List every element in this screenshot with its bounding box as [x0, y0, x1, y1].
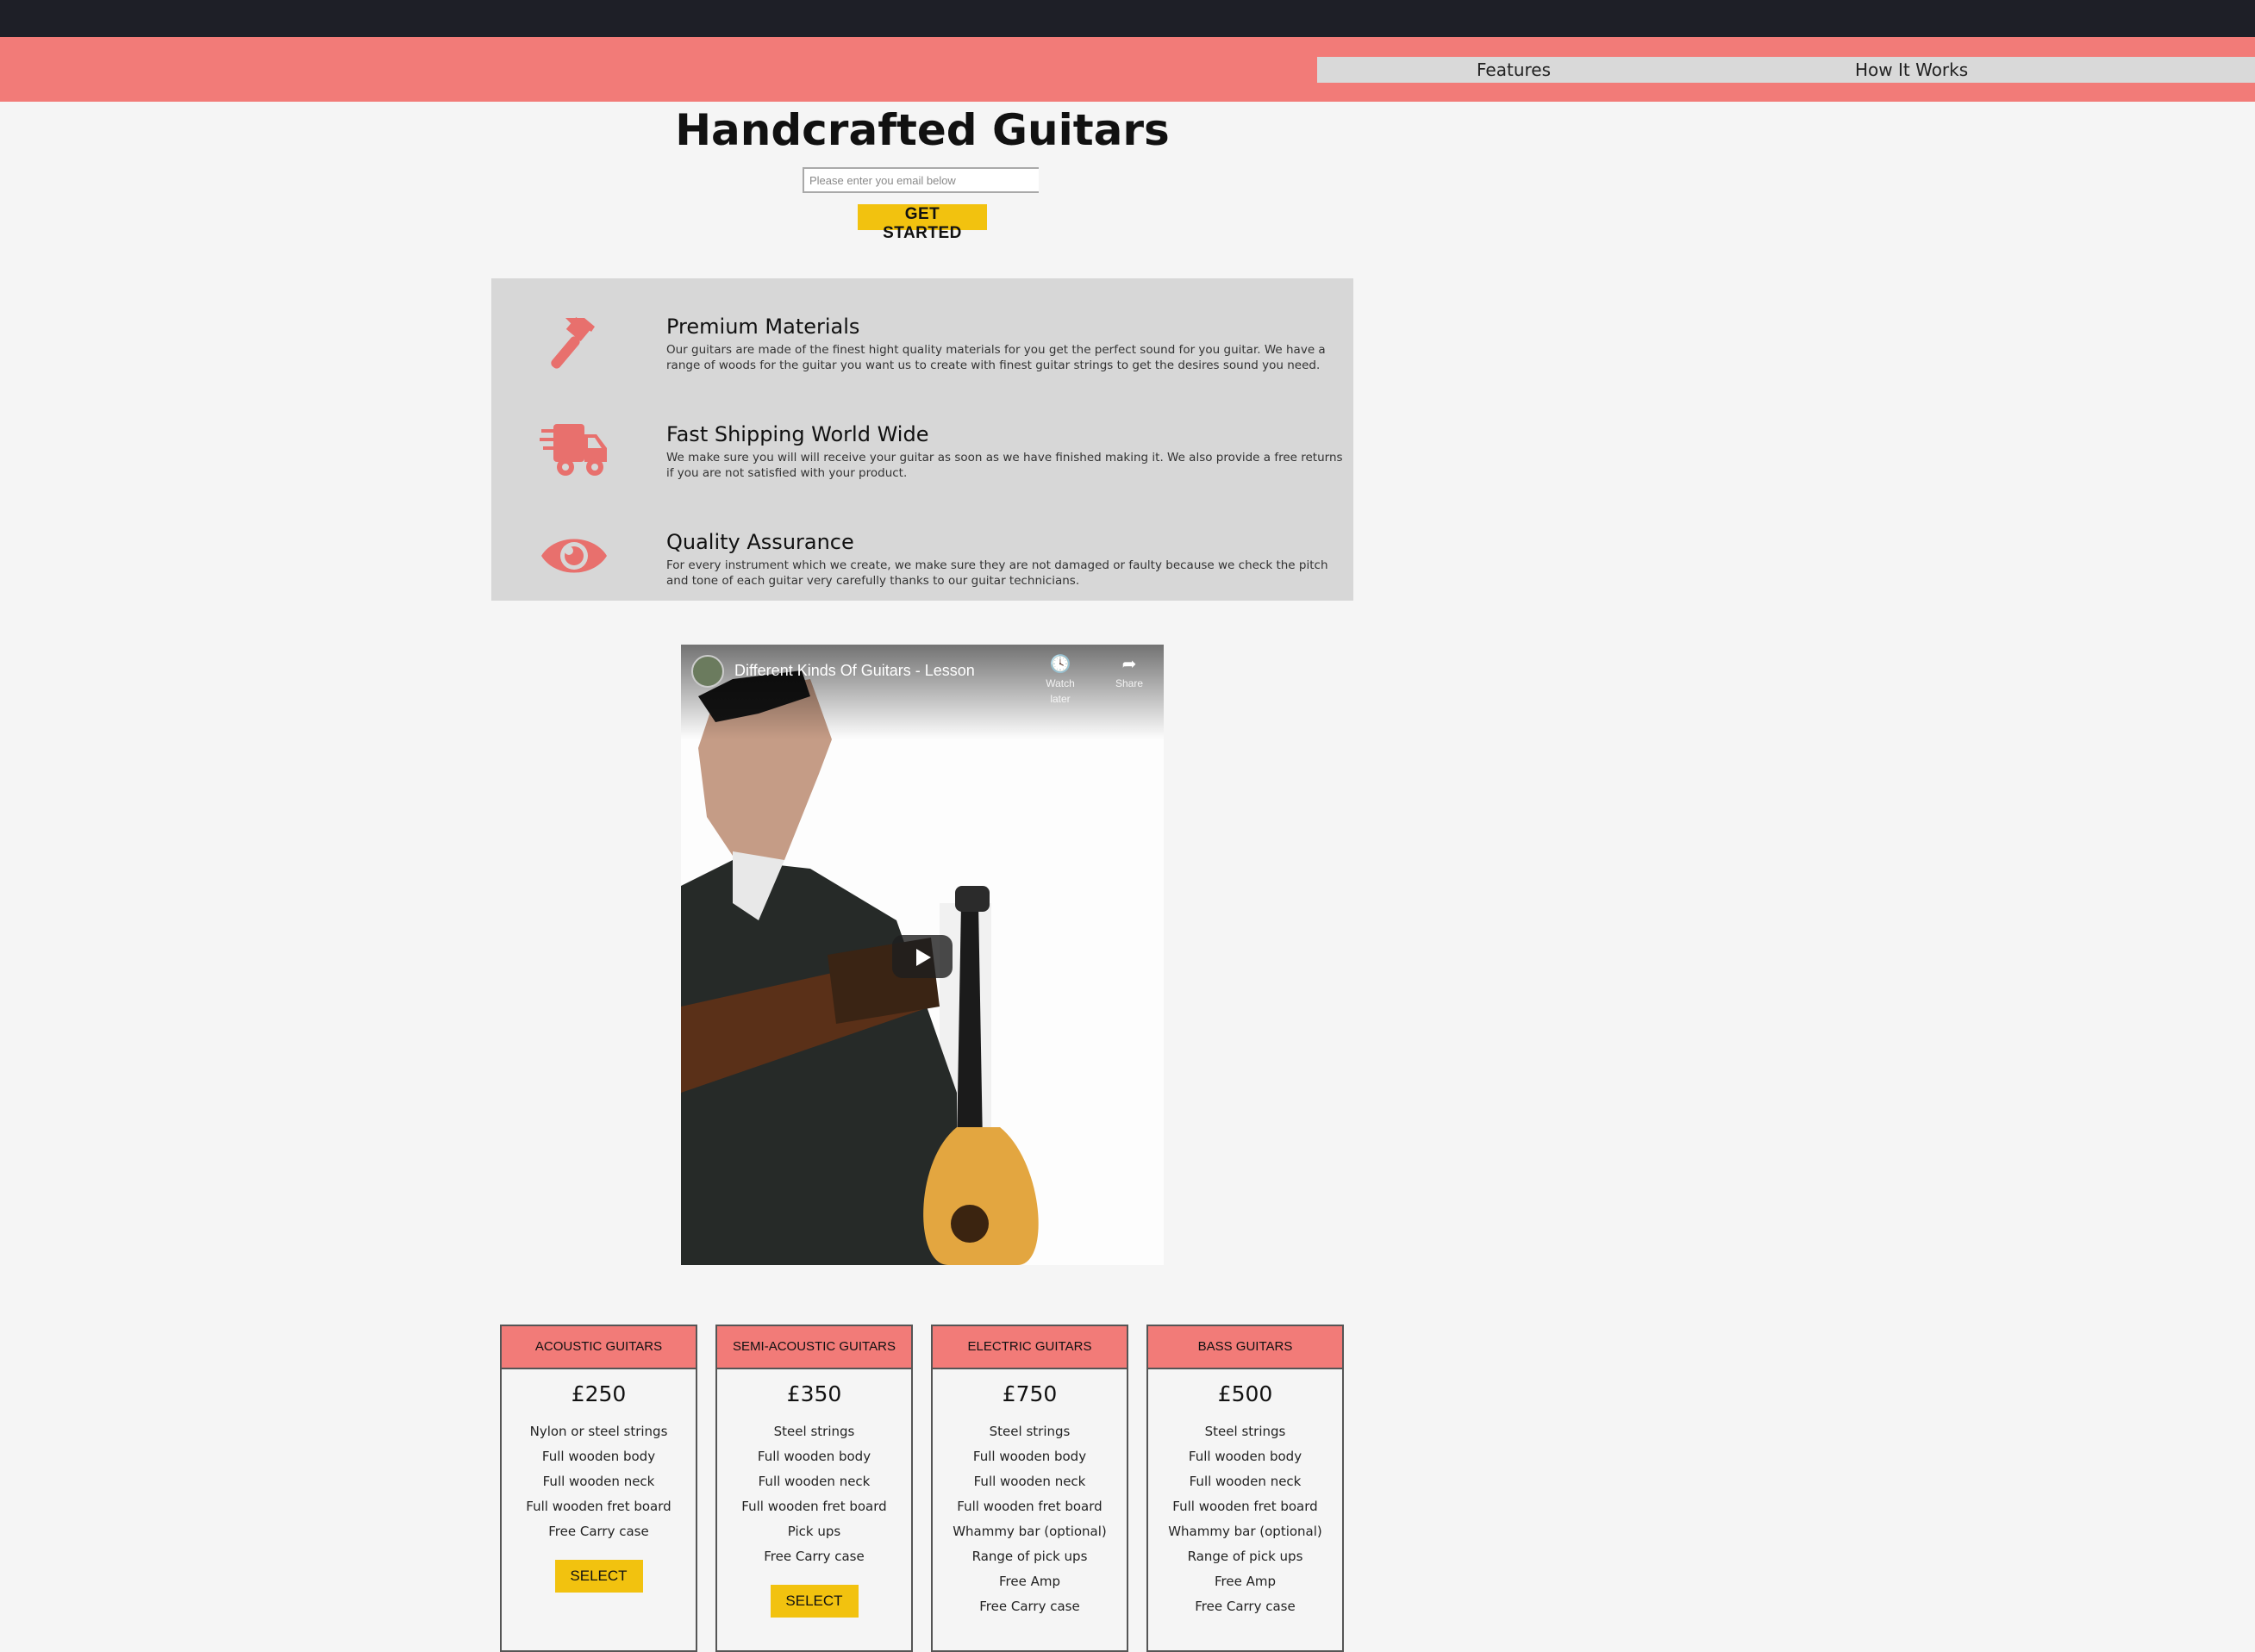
- list-item: Steel strings: [773, 1424, 855, 1439]
- list-item: Full wooden fret board: [526, 1499, 672, 1514]
- play-button[interactable]: [892, 935, 953, 978]
- share-button[interactable]: ➦ Share: [1103, 653, 1155, 691]
- browser-top-bar: [0, 0, 2255, 37]
- pricing-card-acoustic: ACOUSTIC GUITARS £250 Nylon or steel str…: [500, 1325, 697, 1652]
- card-title: ACOUSTIC GUITARS: [502, 1326, 696, 1369]
- pricing-card-semi-acoustic: SEMI-ACOUSTIC GUITARS £350 Steel strings…: [715, 1325, 913, 1652]
- card-feature-list: Nylon or steel strings Full wooden body …: [502, 1419, 696, 1544]
- feature-quality-assurance: Quality Assurance For every instrument w…: [491, 504, 1353, 599]
- list-item: Full wooden neck: [542, 1474, 655, 1489]
- feature-title: Quality Assurance: [666, 530, 854, 554]
- card-feature-list: Steel strings Full wooden body Full wood…: [1148, 1419, 1342, 1619]
- card-title: SEMI-ACOUSTIC GUITARS: [717, 1326, 911, 1369]
- card-feature-list: Steel strings Full wooden body Full wood…: [717, 1419, 911, 1569]
- feature-description: For every instrument which we create, we…: [666, 558, 1328, 588]
- list-item: Range of pick ups: [1187, 1549, 1303, 1564]
- feature-fast-shipping: Fast Shipping World Wide We make sure yo…: [491, 396, 1353, 491]
- card-title: BASS GUITARS: [1148, 1326, 1342, 1369]
- select-button[interactable]: SELECT: [554, 1560, 643, 1593]
- list-item: Nylon or steel strings: [529, 1424, 668, 1439]
- channel-avatar[interactable]: [691, 655, 724, 688]
- clock-icon: 🕓: [1049, 655, 1071, 674]
- nav-bar: Features How It Works: [1317, 57, 2255, 83]
- video-overlay: [681, 645, 1164, 739]
- card-title: ELECTRIC GUITARS: [933, 1326, 1127, 1369]
- list-item: Free Amp: [999, 1574, 1060, 1589]
- feature-description: Our guitars are made of the finest hight…: [666, 343, 1326, 372]
- list-item: Free Carry case: [1195, 1599, 1296, 1614]
- list-item: Full wooden fret board: [741, 1499, 887, 1514]
- list-item: Whammy bar (optional): [953, 1524, 1107, 1539]
- list-item: Pick ups: [787, 1524, 841, 1539]
- list-item: Free Carry case: [979, 1599, 1080, 1614]
- card-feature-list: Steel strings Full wooden body Full wood…: [933, 1419, 1127, 1619]
- feature-title: Premium Materials: [666, 315, 860, 339]
- card-price: £350: [786, 1381, 842, 1406]
- watch-later-button[interactable]: 🕓 Watch later: [1034, 653, 1086, 707]
- feature-title: Fast Shipping World Wide: [666, 422, 929, 446]
- nav-link-features[interactable]: Features: [1477, 57, 1551, 83]
- email-input[interactable]: [804, 169, 1039, 191]
- list-item: Steel strings: [989, 1424, 1071, 1439]
- list-item: Steel strings: [1204, 1424, 1286, 1439]
- card-price: £500: [1217, 1381, 1273, 1406]
- list-item: Full wooden fret board: [1172, 1499, 1318, 1514]
- list-item: Free Carry case: [764, 1549, 865, 1564]
- list-item: Free Carry case: [548, 1524, 649, 1539]
- list-item: Whammy bar (optional): [1168, 1524, 1322, 1539]
- list-item: Full wooden body: [757, 1449, 871, 1464]
- list-item: Free Amp: [1215, 1574, 1276, 1589]
- list-item: Full wooden body: [972, 1449, 1087, 1464]
- list-item: Full wooden body: [541, 1449, 656, 1464]
- features-section: Premium Materials Our guitars are made o…: [491, 278, 1353, 601]
- video-title[interactable]: Different Kinds Of Guitars - Lesson: [734, 662, 975, 680]
- list-item: Full wooden body: [1188, 1449, 1302, 1464]
- list-item: Range of pick ups: [971, 1549, 1088, 1564]
- shipping-truck-icon: [540, 424, 607, 476]
- card-price: £250: [571, 1381, 627, 1406]
- video-player[interactable]: Different Kinds Of Guitars - Lesson 🕓 Wa…: [681, 645, 1164, 1265]
- eye-icon: [541, 539, 607, 573]
- list-item: Full wooden fret board: [957, 1499, 1103, 1514]
- list-item: Full wooden neck: [1189, 1474, 1302, 1489]
- pricing-card-bass: BASS GUITARS £500 Steel strings Full woo…: [1146, 1325, 1344, 1652]
- share-icon: ➦: [1121, 655, 1137, 674]
- card-price: £750: [1002, 1381, 1058, 1406]
- select-button[interactable]: SELECT: [770, 1585, 859, 1618]
- pricing-card-electric: ELECTRIC GUITARS £750 Steel strings Full…: [931, 1325, 1128, 1652]
- list-item: Full wooden neck: [758, 1474, 871, 1489]
- get-started-button[interactable]: GET STARTED: [858, 204, 987, 242]
- watch-later-label: Watch later: [1046, 677, 1075, 705]
- page-title: Handcrafted Guitars: [675, 105, 1170, 155]
- nav-link-how-it-works[interactable]: How It Works: [1855, 57, 1968, 83]
- list-item: Full wooden neck: [973, 1474, 1086, 1489]
- feature-description: We make sure you will will receive your …: [666, 451, 1343, 480]
- email-field-wrapper: [803, 167, 1039, 193]
- share-label: Share: [1115, 677, 1144, 689]
- feature-premium-materials: Premium Materials Our guitars are made o…: [491, 289, 1353, 383]
- hammer-icon: [551, 317, 595, 369]
